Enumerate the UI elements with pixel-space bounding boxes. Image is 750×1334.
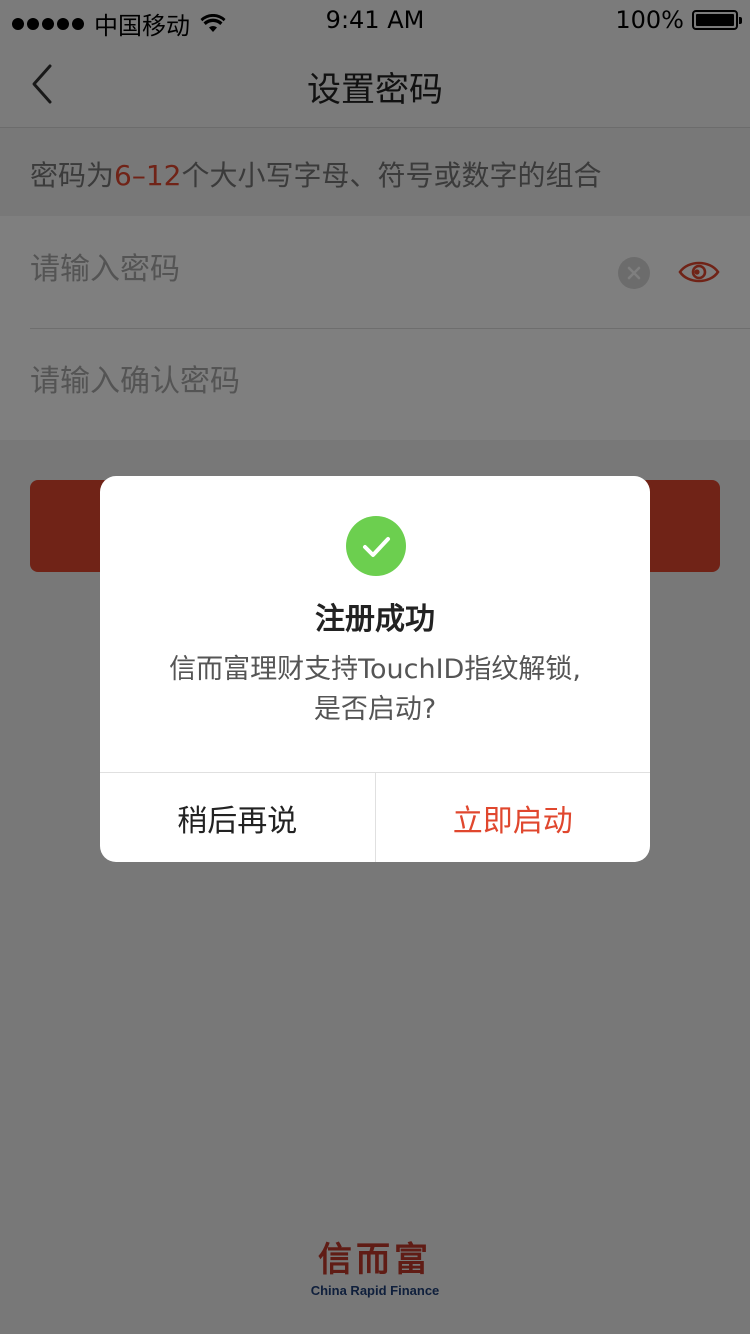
dialog-actions: 稍后再说 立即启动 bbox=[100, 772, 650, 862]
later-button[interactable]: 稍后再说 bbox=[100, 773, 376, 862]
dialog-title: 注册成功 bbox=[315, 602, 435, 637]
dialog-message-line-1: 信而富理财支持TouchID指纹解锁, bbox=[169, 654, 581, 685]
enable-touchid-button[interactable]: 立即启动 bbox=[376, 773, 651, 862]
check-circle-icon bbox=[346, 516, 406, 576]
dialog-message: 信而富理财支持TouchID指纹解锁, 是否启动? bbox=[130, 650, 620, 730]
dialog-message-line-2: 是否启动? bbox=[313, 694, 437, 725]
touchid-dialog: 注册成功 信而富理财支持TouchID指纹解锁, 是否启动? 稍后再说 立即启动 bbox=[100, 476, 650, 862]
